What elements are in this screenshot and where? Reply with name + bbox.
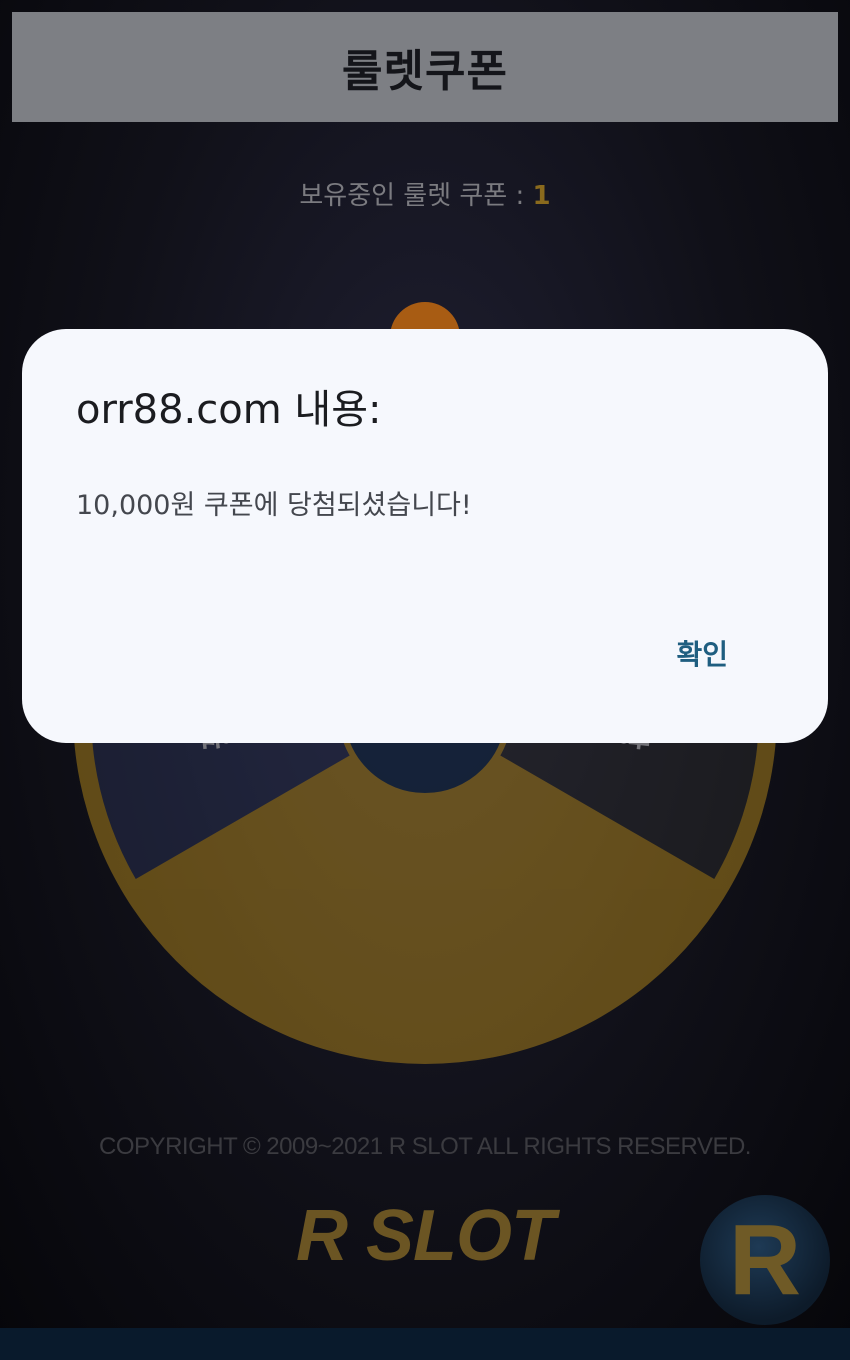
copyright-text: COPYRIGHT © 2009~2021 R SLOT ALL RIGHTS …	[99, 1133, 751, 1160]
coupon-count-label: 보유중인 룰렛 쿠폰 :	[299, 181, 533, 211]
coupon-count: 보유중인 룰렛 쿠폰 : 1	[0, 175, 850, 212]
page-title: 룰렛쿠폰	[342, 46, 508, 97]
r-badge-letter: R	[728, 1203, 802, 1316]
dialog-message: 10,000원 쿠폰에 당첨되셨습니다!	[76, 490, 472, 521]
header-bar: 룰렛쿠폰	[12, 12, 838, 122]
ok-button[interactable]: 확인	[676, 633, 728, 673]
dialog-title: orr88.com 내용:	[76, 387, 382, 433]
coupon-count-value: 1	[532, 181, 551, 211]
bottom-bar	[0, 1328, 850, 1360]
alert-dialog: orr88.com 내용: 10,000원 쿠폰에 당첨되셨습니다! 확인	[22, 329, 828, 743]
floating-r-button[interactable]: R	[700, 1195, 830, 1325]
